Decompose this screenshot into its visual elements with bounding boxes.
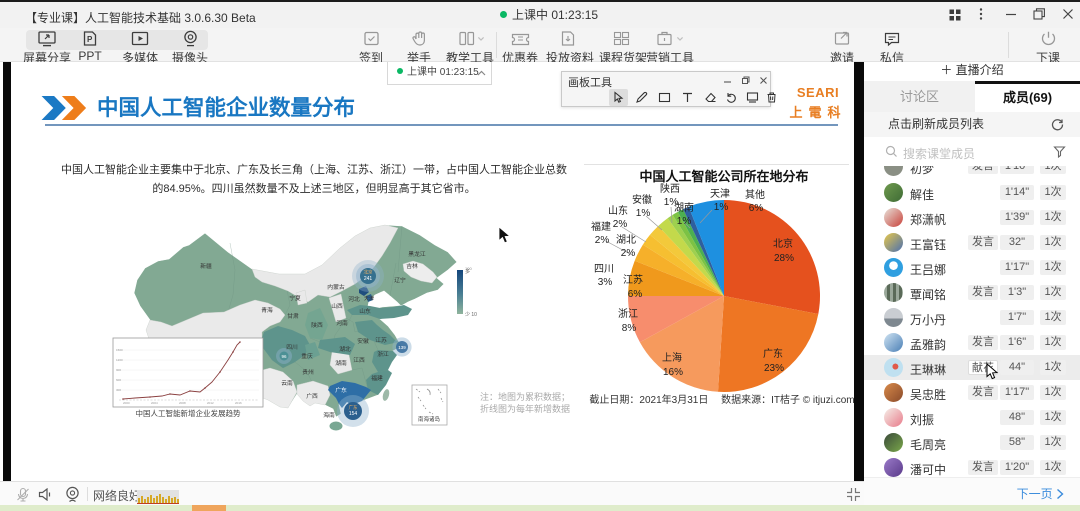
svg-text:山西: 山西	[331, 302, 343, 310]
svg-text:四川: 四川	[594, 264, 614, 275]
svg-text:241: 241	[364, 276, 373, 282]
svg-text:湖北: 湖北	[339, 345, 351, 353]
svg-text:截止日期：2021年3月31日 数据来源：IT桔子 © i: 截止日期：2021年3月31日 数据来源：IT桔子 © itjuzi.com	[589, 393, 854, 406]
svg-text:2%: 2%	[595, 235, 610, 246]
svg-text:1%: 1%	[714, 202, 729, 213]
svg-text:2012: 2012	[207, 401, 214, 405]
svg-text:上海: 上海	[662, 351, 682, 364]
svg-text:900: 900	[116, 368, 121, 372]
svg-text:600: 600	[116, 378, 121, 382]
svg-text:河北: 河北	[348, 295, 360, 303]
svg-text:贵州: 贵州	[302, 368, 314, 376]
svg-text:P: P	[87, 35, 93, 44]
svg-text:陕西: 陕西	[660, 182, 680, 195]
svg-text:其他: 其他	[745, 188, 765, 201]
svg-text:23%: 23%	[764, 363, 784, 374]
svg-text:6%: 6%	[628, 289, 643, 300]
svg-text:139: 139	[398, 345, 406, 350]
svg-text:北京: 北京	[364, 269, 373, 276]
svg-text:154: 154	[349, 411, 358, 417]
svg-text:8%: 8%	[622, 323, 637, 334]
svg-text:浙江: 浙江	[618, 308, 638, 320]
svg-text:江西: 江西	[353, 357, 365, 364]
svg-text:1%: 1%	[677, 216, 692, 227]
svg-text:新疆: 新疆	[200, 262, 212, 270]
svg-text:湖北: 湖北	[616, 234, 636, 246]
svg-text:青海: 青海	[261, 306, 273, 314]
svg-text:黑龙江: 黑龙江	[408, 250, 426, 258]
svg-text:16%: 16%	[663, 367, 683, 378]
svg-text:300: 300	[116, 388, 121, 392]
svg-text:2008: 2008	[179, 401, 186, 405]
svg-text:陕西: 陕西	[311, 321, 323, 329]
svg-text:2004: 2004	[151, 401, 158, 405]
svg-text:安徽: 安徽	[357, 337, 369, 345]
svg-text:甘肃: 甘肃	[287, 312, 299, 320]
svg-text:1200: 1200	[116, 358, 123, 362]
svg-text:安徽: 安徽	[632, 193, 652, 206]
svg-text:1%: 1%	[636, 208, 651, 219]
svg-text:中国人工智能新增企业发展趋势: 中国人工智能新增企业发展趋势	[136, 408, 241, 418]
svg-text:中国人工智能公司所在地分布: 中国人工智能公司所在地分布	[639, 169, 808, 184]
svg-text:河南: 河南	[336, 319, 348, 327]
svg-text:天津: 天津	[364, 295, 374, 302]
svg-text:宁夏: 宁夏	[289, 294, 301, 302]
svg-text:广东: 广东	[349, 404, 358, 411]
svg-text:福建: 福建	[591, 220, 611, 233]
svg-text:江苏: 江苏	[375, 336, 387, 344]
svg-text:吉林: 吉林	[406, 262, 418, 270]
svg-text:海南: 海南	[323, 411, 335, 419]
svg-text:少 10: 少 10	[465, 312, 477, 318]
svg-text:1500: 1500	[116, 348, 123, 352]
svg-text:湖南: 湖南	[674, 201, 694, 214]
svg-text:四川: 四川	[286, 344, 298, 351]
svg-text:云南: 云南	[281, 379, 293, 387]
svg-text:福建: 福建	[371, 374, 383, 382]
svg-text:广东: 广东	[335, 386, 347, 394]
svg-text:广西: 广西	[306, 392, 318, 400]
svg-text:3%: 3%	[598, 277, 613, 288]
svg-text:江苏: 江苏	[623, 273, 643, 286]
svg-text:天津: 天津	[710, 188, 730, 200]
svg-text:96: 96	[281, 354, 287, 359]
svg-text:山东: 山东	[359, 307, 371, 315]
svg-text:内蒙古: 内蒙古	[327, 283, 345, 291]
svg-text:重庆: 重庆	[301, 352, 313, 360]
svg-text:南海诸岛: 南海诸岛	[418, 415, 441, 423]
svg-text:山东: 山东	[608, 204, 628, 217]
svg-text:2%: 2%	[613, 219, 628, 230]
svg-text:湖南: 湖南	[335, 359, 347, 367]
svg-text:浙江: 浙江	[377, 350, 389, 358]
svg-text:2016: 2016	[235, 401, 242, 405]
svg-text:100: 100	[465, 266, 472, 271]
svg-text:6%: 6%	[749, 203, 764, 214]
svg-text:北京: 北京	[773, 237, 793, 250]
svg-text:28%: 28%	[774, 253, 794, 264]
svg-text:2%: 2%	[621, 248, 636, 259]
svg-text:辽宁: 辽宁	[394, 276, 406, 284]
svg-text:广东: 广东	[763, 347, 783, 360]
svg-text:2000: 2000	[123, 401, 130, 405]
